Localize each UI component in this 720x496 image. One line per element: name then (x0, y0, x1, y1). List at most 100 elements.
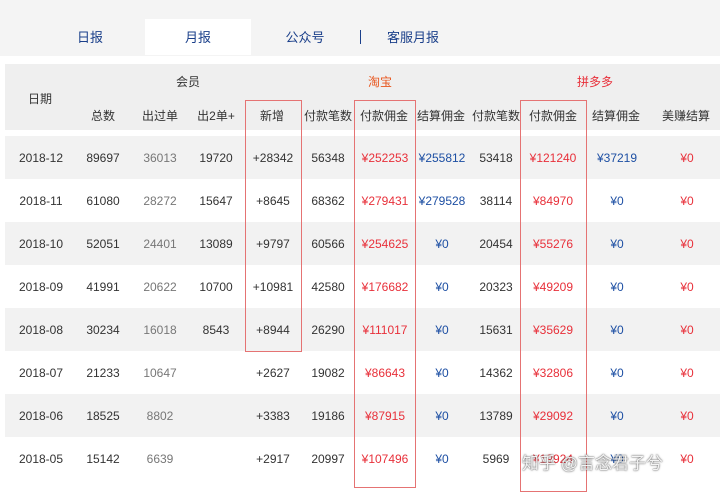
cell-pdd-pay-commission: ¥84970 (532, 194, 574, 208)
cell-pdd-pay-count: 38114 (479, 194, 513, 208)
cell-tb-pay-count: 19082 (311, 366, 345, 380)
cell-ordered-2plus: 10700 (199, 280, 233, 294)
cell-tb-pay-commission: ¥254625 (361, 237, 409, 251)
cell-tb-settle-commission: ¥255812 (418, 151, 466, 165)
cell-tb-pay-count: 42580 (311, 280, 345, 294)
cell-total: 15142 (86, 452, 120, 466)
cell-tb-pay-count: 60566 (311, 237, 345, 251)
cell-mz-settle: ¥0 (680, 151, 694, 165)
cell-total: 21233 (86, 366, 120, 380)
cell-ordered-2plus (190, 365, 242, 381)
cell-ordered: 36013 (143, 151, 177, 165)
cell-date: 2018-09 (18, 280, 64, 294)
cell-mz-settle: ¥0 (680, 366, 694, 380)
cell-pdd-settle-commission: ¥0 (610, 323, 624, 337)
cell-new: +2917 (256, 452, 290, 466)
cell-date: 2018-05 (18, 452, 64, 466)
cell-new: +8645 (256, 194, 290, 208)
cell-pdd-pay-count: 20454 (479, 237, 513, 251)
cell-tb-pay-count: 19186 (311, 409, 345, 423)
cell-total: 89697 (86, 151, 120, 165)
cell-mz-settle: ¥0 (680, 409, 694, 423)
tab-monthly[interactable]: 月报 (145, 19, 251, 55)
header-total: 总数 (90, 109, 115, 123)
tab-official-account[interactable]: 公众号 (270, 19, 340, 55)
cell-new: +10981 (252, 280, 294, 294)
cell-tb-pay-count: 68362 (311, 194, 345, 208)
cell-tb-pay-count: 20997 (311, 452, 345, 466)
header-ordered: 出过单 (141, 109, 178, 123)
tab-daily[interactable]: 日报 (58, 19, 122, 55)
cell-ordered: 20622 (143, 280, 177, 294)
header-tb-pay-count: 付款笔数 (303, 109, 352, 123)
header-ordered-2plus: 出2单+ (197, 109, 235, 123)
cell-new: +28342 (252, 151, 294, 165)
header-pdd-pay-count: 付款笔数 (471, 109, 520, 123)
cell-tb-pay-commission: ¥176682 (361, 280, 409, 294)
cell-tb-pay-commission: ¥87915 (364, 409, 406, 423)
cell-date: 2018-10 (18, 237, 64, 251)
cell-total: 61080 (86, 194, 120, 208)
cell-tb-settle-commission: ¥0 (435, 409, 449, 423)
cell-date: 2018-07 (18, 366, 64, 380)
cell-total: 52051 (86, 237, 120, 251)
cell-tb-settle-commission: ¥279528 (418, 194, 466, 208)
cell-ordered-2plus: 13089 (199, 237, 233, 251)
cell-tb-pay-commission: ¥279431 (361, 194, 409, 208)
header-taobao: 淘宝 (367, 75, 392, 89)
cell-pdd-pay-count: 15631 (479, 323, 513, 337)
cell-ordered-2plus: 15647 (199, 194, 233, 208)
cell-total: 18525 (86, 409, 120, 423)
cell-ordered-2plus: 19720 (199, 151, 233, 165)
cell-tb-settle-commission: ¥0 (435, 280, 449, 294)
header-new: 新增 (259, 109, 284, 123)
cell-tb-pay-commission: ¥111017 (362, 323, 408, 337)
cell-tb-pay-commission: ¥107496 (361, 452, 409, 466)
cell-total: 30234 (86, 323, 120, 337)
cell-pdd-pay-count: 53418 (479, 151, 513, 165)
cell-ordered: 16018 (143, 323, 177, 337)
header-tb-settle-commission: 结算佣金 (416, 109, 465, 123)
cell-date: 2018-08 (18, 323, 64, 337)
cell-new: +3383 (256, 409, 290, 423)
cell-ordered: 10647 (143, 366, 177, 380)
cell-mz-settle: ¥0 (680, 194, 694, 208)
cell-ordered: 8802 (146, 409, 174, 423)
cell-pdd-pay-commission: ¥55276 (532, 237, 574, 251)
header-pdd-pay-commission: 付款佣金 (528, 109, 577, 123)
cell-tb-settle-commission: ¥0 (435, 452, 449, 466)
cell-pdd-pay-count: 14362 (479, 366, 513, 380)
cell-ordered-2plus: 8543 (202, 323, 230, 337)
tab-separator (360, 30, 361, 44)
cell-ordered: 24401 (143, 237, 177, 251)
cell-date: 2018-11 (19, 194, 63, 208)
cell-tb-settle-commission: ¥0 (435, 237, 449, 251)
cell-tb-pay-commission: ¥252253 (361, 151, 409, 165)
header-tb-pay-commission: 付款佣金 (359, 109, 408, 123)
tab-cs-monthly[interactable]: 客服月报 (376, 19, 450, 55)
cell-tb-settle-commission: ¥0 (435, 366, 449, 380)
cell-pdd-pay-count: 5969 (482, 452, 510, 466)
cell-pdd-pay-commission: ¥32806 (532, 366, 574, 380)
cell-new: +8944 (256, 323, 290, 337)
cell-tb-pay-commission: ¥86643 (364, 366, 406, 380)
cell-tb-settle-commission: ¥0 (435, 323, 449, 337)
cell-new: +2627 (256, 366, 290, 380)
cell-mz-settle: ¥0 (680, 280, 694, 294)
header-pdd: 拼多多 (576, 75, 613, 89)
header-mz-settle: 美赚结算 (661, 109, 710, 123)
header-member: 会员 (175, 75, 200, 89)
cell-ordered-2plus (190, 408, 242, 424)
cell-pdd-settle-commission: ¥37219 (596, 151, 638, 165)
cell-ordered: 6639 (146, 452, 174, 466)
cell-pdd-settle-commission: ¥0 (610, 194, 624, 208)
header-pdd-settle-commission: 结算佣金 (591, 109, 640, 123)
cell-ordered: 28272 (143, 194, 177, 208)
cell-pdd-settle-commission: ¥0 (610, 366, 624, 380)
cell-pdd-pay-count: 13789 (479, 409, 513, 423)
cell-pdd-pay-commission: ¥49209 (532, 280, 574, 294)
tab-bar: 日报 月报 公众号 客服月报 (0, 0, 720, 56)
cell-new: +9797 (256, 237, 290, 251)
cell-tb-pay-count: 56348 (311, 151, 345, 165)
cell-date: 2018-06 (18, 409, 64, 423)
